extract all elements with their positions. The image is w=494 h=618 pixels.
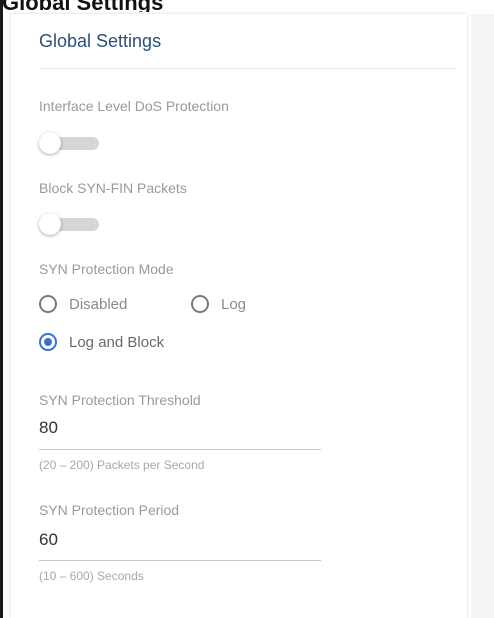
syn-period-hint: (10 – 600) Seconds	[39, 569, 144, 583]
syn-threshold-input[interactable]	[39, 418, 319, 438]
page-header-title: Global Settings	[0, 0, 494, 12]
left-border	[0, 0, 3, 618]
radio-circle	[39, 333, 57, 351]
syn-mode-label: SYN Protection Mode	[39, 261, 174, 277]
radio-circle	[39, 295, 57, 313]
dos-protection-label: Interface Level DoS Protection	[39, 98, 229, 114]
global-settings-card: Global Settings Interface Level DoS Prot…	[11, 14, 467, 618]
block-syn-fin-label: Block SYN-FIN Packets	[39, 180, 187, 196]
divider	[39, 68, 457, 69]
syn-period-input[interactable]	[39, 530, 319, 550]
radio-log-and-block[interactable]: Log and Block	[39, 333, 164, 351]
field-underline	[39, 560, 321, 561]
syn-period-label: SYN Protection Period	[39, 502, 180, 518]
radio-circle	[191, 295, 209, 313]
field-underline	[39, 449, 321, 450]
toggle-knob	[39, 213, 61, 235]
radio-disabled-label: Disabled	[69, 295, 128, 313]
syn-threshold-label: SYN Protection Threshold	[39, 392, 201, 408]
radio-log-label: Log	[221, 295, 247, 313]
toggle-knob	[39, 132, 61, 154]
card-title: Global Settings	[39, 31, 162, 51]
block-syn-fin-toggle[interactable]	[39, 213, 101, 235]
dos-protection-toggle[interactable]	[39, 132, 101, 154]
syn-threshold-hint: (20 – 200) Packets per Second	[39, 458, 205, 472]
scroll-strip	[471, 14, 494, 618]
radio-log-and-block-label: Log and Block	[69, 333, 165, 351]
radio-log[interactable]: Log	[191, 295, 246, 313]
radio-disabled[interactable]: Disabled	[39, 295, 127, 313]
